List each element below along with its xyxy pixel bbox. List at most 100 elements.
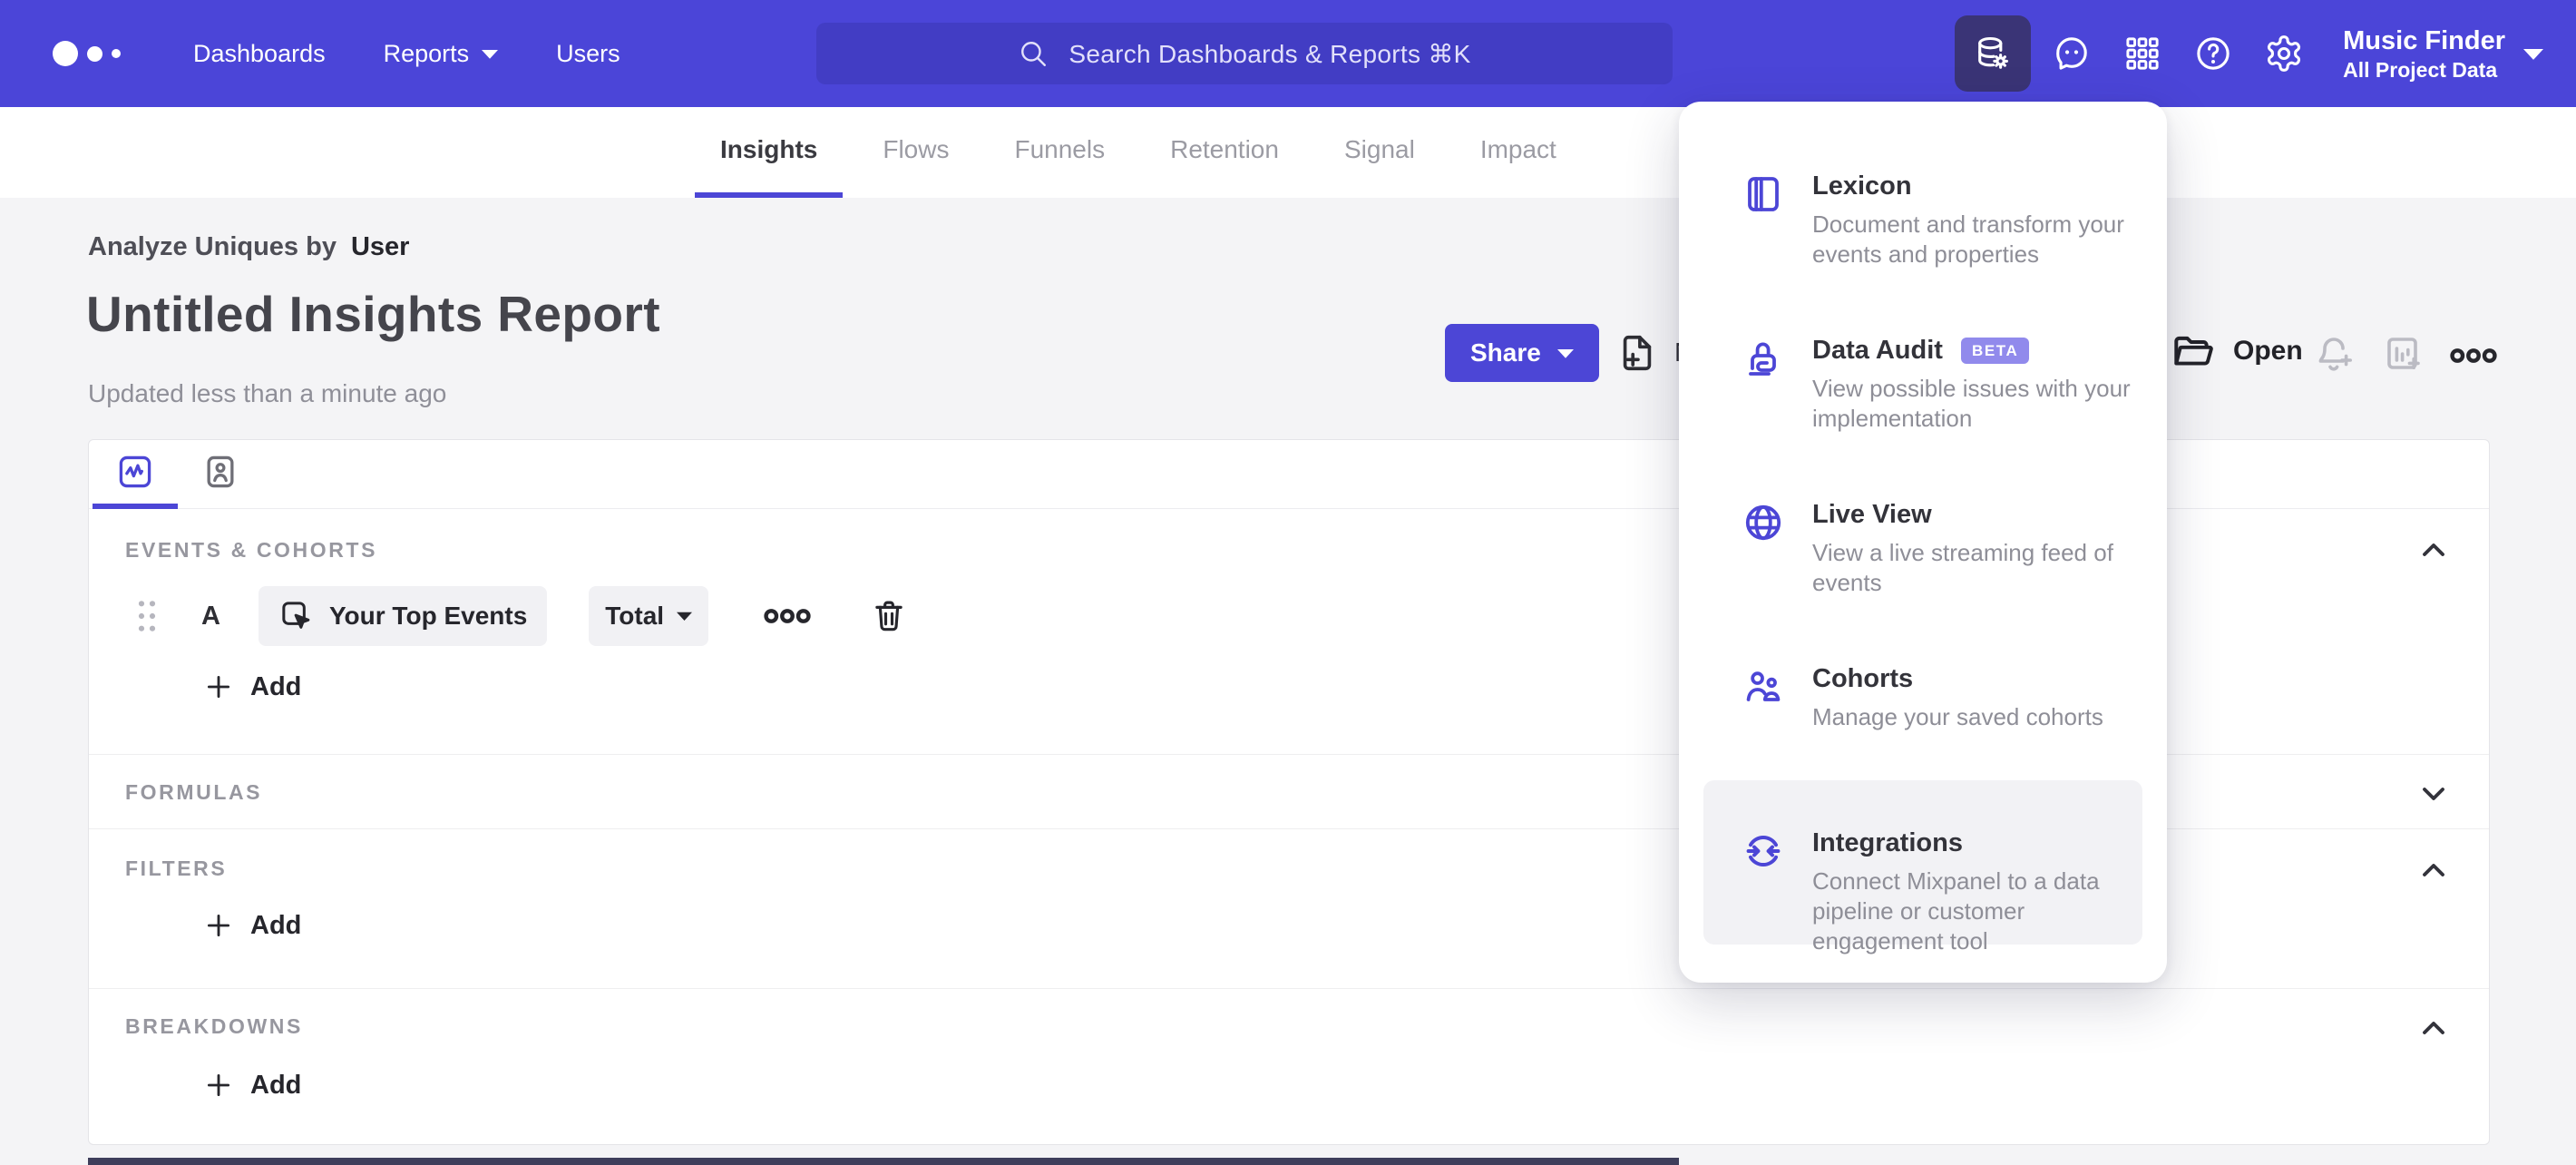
project-scope: All Project Data — [2343, 58, 2498, 82]
data-management-button[interactable] — [1955, 15, 2032, 92]
chevron-up-icon — [2423, 1022, 2444, 1034]
tab-signal[interactable]: Signal — [1319, 107, 1440, 198]
share-label: Share — [1470, 338, 1541, 367]
tab-flows[interactable]: Flows — [857, 107, 974, 198]
plus-icon — [207, 675, 230, 699]
add-event-label: Add — [250, 671, 302, 701]
grid-icon — [2126, 37, 2159, 70]
feedback-button[interactable] — [2036, 10, 2107, 97]
chevron-up-icon — [2423, 543, 2444, 556]
nav-reports-label: Reports — [383, 39, 470, 67]
nav-reports[interactable]: Reports — [384, 40, 499, 68]
chat-bubble-icon — [2056, 37, 2087, 70]
file-plus-icon — [1623, 335, 1652, 371]
tab-signal-label: Signal — [1343, 135, 1415, 163]
event-click-icon — [282, 602, 310, 629]
menu-item-title: Lexicon — [1812, 171, 1912, 201]
chevron-down-icon — [2523, 48, 2543, 60]
tab-retention-label: Retention — [1170, 135, 1279, 163]
add-breakdown-label: Add — [250, 1070, 302, 1100]
metric-selector-button[interactable]: Total — [589, 586, 709, 646]
apps-grid-button[interactable] — [2107, 10, 2178, 97]
menu-item-integrations[interactable]: Integrations Connect Mixpanel to a data … — [1703, 780, 2142, 955]
tab-flows-label: Flows — [883, 135, 950, 163]
project-name: Music Finder — [2343, 26, 2505, 55]
collapse-events-button[interactable] — [2413, 529, 2454, 571]
people-icon — [1742, 665, 1785, 780]
add-event-button[interactable]: Add — [203, 671, 301, 702]
open-report-button[interactable]: Open — [2170, 328, 2303, 374]
top-nav-right-cluster: Music Finder All Project Data — [1955, 0, 2551, 107]
project-selector[interactable]: Music Finder All Project Data — [2343, 24, 2543, 83]
share-button[interactable]: Share — [1445, 324, 1599, 382]
breakdowns-heading: BREAKDOWNS — [125, 1014, 303, 1038]
help-button[interactable] — [2178, 10, 2249, 97]
integrations-sync-icon — [1742, 829, 1785, 945]
collapse-filters-button[interactable] — [2413, 849, 2454, 891]
menu-item-description: Connect Mixpanel to a data pipeline or c… — [1812, 867, 2100, 955]
folder-open-icon — [2174, 336, 2213, 366]
menu-item-lexicon[interactable]: Lexicon Document and transform your even… — [1703, 123, 2142, 288]
expand-formulas-button[interactable] — [2413, 773, 2454, 815]
mixpanel-insights-screen: Dashboards Reports Users Search Dashboar… — [0, 0, 2576, 1165]
pulse-chart-icon — [119, 455, 151, 488]
chevron-down-icon — [677, 612, 693, 621]
tab-insights-label: Insights — [720, 135, 818, 163]
lexicon-book-icon — [1742, 172, 1785, 288]
open-label: Open — [2233, 336, 2303, 366]
metric-label: Total — [605, 602, 665, 630]
report-title[interactable]: Untitled Insights Report — [86, 285, 660, 343]
collapse-breakdowns-button[interactable] — [2413, 1007, 2454, 1049]
analyze-entity-selector[interactable]: User — [351, 232, 410, 261]
tab-insights[interactable]: Insights — [695, 107, 844, 198]
chevron-up-icon — [2423, 864, 2444, 876]
menu-item-cohorts[interactable]: Cohorts Manage your saved cohorts — [1703, 616, 2142, 780]
tab-profile-analysis[interactable] — [178, 440, 263, 509]
global-search-input[interactable]: Search Dashboards & Reports ⌘K — [816, 23, 1673, 84]
menu-item-description: View a live streaming feed of events — [1812, 539, 2113, 596]
menu-item-live-view[interactable]: Live View View a live streaming feed of … — [1703, 452, 2142, 616]
add-to-dashboard-button[interactable] — [2382, 332, 2425, 376]
tab-retention[interactable]: Retention — [1145, 107, 1304, 198]
nav-users[interactable]: Users — [556, 40, 620, 68]
chevron-down-icon — [1556, 348, 1574, 358]
updated-timestamp: Updated less than a minute ago — [88, 379, 447, 407]
report-tabs-bar: Insights Flows Funnels Retention Signal … — [0, 107, 2576, 198]
menu-item-title: Cohorts — [1812, 664, 1914, 693]
menu-item-title: Live View — [1812, 500, 1932, 529]
tab-events-analysis[interactable] — [93, 440, 178, 509]
menu-item-description: Document and transform your events and p… — [1812, 210, 2124, 268]
tab-impact[interactable]: Impact — [1455, 107, 1582, 198]
tab-funnels[interactable]: Funnels — [989, 107, 1130, 198]
series-letter: A — [201, 601, 220, 631]
event-selector-button[interactable]: Your Top Events — [258, 586, 548, 646]
delete-event-button[interactable] — [870, 597, 908, 635]
drag-handle-icon[interactable] — [136, 599, 158, 633]
menu-item-data-audit[interactable]: Data Audit BETA View possible issues wit… — [1703, 288, 2142, 452]
chevron-down-icon — [482, 49, 499, 59]
top-navigation-bar: Dashboards Reports Users Search Dashboar… — [0, 0, 2576, 107]
gear-icon — [2268, 35, 2301, 72]
profile-card-icon — [207, 455, 234, 488]
create-alert-button[interactable] — [2313, 332, 2356, 376]
plus-icon — [207, 1073, 230, 1097]
globe-icon — [1742, 501, 1785, 616]
mixpanel-logo-icon[interactable] — [53, 41, 121, 66]
trash-icon — [875, 601, 903, 631]
database-gear-icon — [1978, 36, 2009, 69]
menu-item-description: View possible issues with your implement… — [1812, 375, 2131, 432]
tab-impact-label: Impact — [1479, 135, 1556, 163]
search-placeholder: Search Dashboards & Reports ⌘K — [1068, 39, 1471, 68]
menu-item-title: Integrations — [1812, 828, 1963, 857]
event-more-options-button[interactable] — [763, 607, 812, 625]
bell-plus-icon — [2318, 338, 2352, 371]
analyze-uniques-by: Analyze Uniques by User — [88, 232, 409, 262]
settings-button[interactable] — [2249, 10, 2319, 97]
add-breakdown-button[interactable]: Add — [203, 1070, 301, 1101]
add-filter-button[interactable]: Add — [203, 910, 301, 941]
report-more-options-button[interactable] — [2449, 347, 2498, 365]
nav-users-label: Users — [556, 39, 620, 67]
chart-area-top-edge — [88, 1158, 1679, 1165]
nav-dashboards[interactable]: Dashboards — [193, 40, 326, 68]
menu-item-description: Manage your saved cohorts — [1812, 703, 2103, 730]
